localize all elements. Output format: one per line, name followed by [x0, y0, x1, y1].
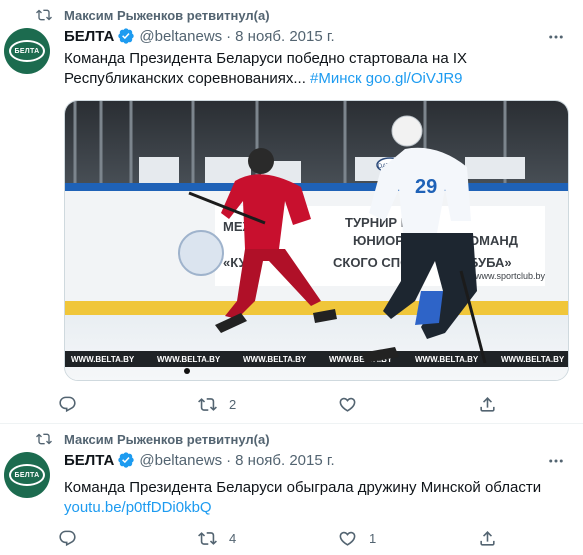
svg-text:WWW.BELTA.BY: WWW.BELTA.BY — [243, 355, 307, 364]
reply-button[interactable] — [58, 395, 198, 414]
tweet-header: БЕЛТА @beltanews · 8 нояб. 2015 г. — [64, 26, 335, 46]
retweet-count: 4 — [229, 530, 237, 546]
hockey-photo: DATSUN МЕЖ ТУРНИР ПО Х ЮНИОРСК ОМАНД «КУ… — [65, 101, 568, 380]
separator-dot: · — [226, 27, 232, 45]
more-icon — [549, 459, 563, 463]
tweet-date[interactable]: 8 нояб. 2015 г. — [235, 28, 335, 45]
tweet-date[interactable]: 8 нояб. 2015 г. — [235, 452, 335, 469]
url-link[interactable]: youtu.be/p0tfDDi0kbQ — [64, 499, 212, 516]
svg-text:WWW.BELTA.BY: WWW.BELTA.BY — [157, 355, 221, 364]
heart-icon — [339, 397, 356, 412]
share-button[interactable] — [478, 395, 497, 414]
avatar[interactable]: БЕЛТА — [4, 28, 50, 74]
retweet-icon — [198, 531, 217, 545]
heart-icon — [339, 531, 356, 546]
retweet-icon — [36, 9, 52, 21]
svg-text:WWW.BELTA.BY: WWW.BELTA.BY — [501, 355, 565, 364]
retweet-label[interactable]: Максим Рыженков ретвитнул(а) — [64, 432, 270, 447]
svg-text:www.sportclub.by: www.sportclub.by — [474, 271, 546, 281]
share-icon — [480, 396, 495, 412]
tweet-photo[interactable]: DATSUN МЕЖ ТУРНИР ПО Х ЮНИОРСК ОМАНД «КУ… — [64, 100, 569, 381]
author-name[interactable]: БЕЛТА — [64, 452, 114, 469]
more-options-button[interactable] — [545, 450, 567, 472]
url-link[interactable]: goo.gl/OiVJR9 — [366, 70, 463, 87]
reply-button[interactable] — [58, 529, 198, 548]
reply-icon — [59, 530, 76, 546]
like-button[interactable]: 1 — [338, 529, 478, 548]
retweet-context: Максим Рыженков ретвитнул(а) — [36, 6, 270, 24]
more-options-button[interactable] — [545, 26, 567, 48]
svg-text:WWW.BELTA.BY: WWW.BELTA.BY — [415, 355, 479, 364]
retweet-count: 2 — [229, 396, 237, 412]
svg-text:WWW.BELTA.BY: WWW.BELTA.BY — [71, 355, 135, 364]
tweet[interactable]: Максим Рыженков ретвитнул(а) БЕЛТА БЕЛТА… — [0, 424, 583, 555]
retweet-icon — [36, 433, 52, 445]
tweet-header: БЕЛТА @beltanews · 8 нояб. 2015 г. — [64, 450, 335, 470]
separator-dot: · — [226, 451, 232, 469]
tweet-body: Команда Президента Беларуси обыграла дру… — [64, 479, 542, 496]
avatar[interactable]: БЕЛТА — [4, 452, 50, 498]
retweet-label[interactable]: Максим Рыженков ретвитнул(а) — [64, 8, 270, 23]
retweet-button[interactable]: 2 — [198, 395, 338, 414]
tweet-text: Команда Президента Беларуси победно стар… — [64, 49, 569, 89]
tweet[interactable]: Максим Рыженков ретвитнул(а) БЕЛТА БЕЛТА… — [0, 0, 583, 424]
author-handle[interactable]: @beltanews — [139, 28, 222, 45]
svg-text:29: 29 — [415, 176, 437, 198]
avatar-logo-text: БЕЛТА — [14, 47, 40, 55]
svg-text:ОМАНД: ОМАНД — [469, 233, 519, 248]
svg-text:СКОГО СПО: СКОГО СПО — [333, 255, 410, 270]
tweet-actions: 4 1 — [58, 528, 498, 548]
retweet-button[interactable]: 4 — [198, 529, 338, 548]
reply-icon — [59, 396, 76, 412]
like-count: 1 — [369, 530, 377, 546]
retweet-icon — [198, 397, 217, 411]
more-icon — [549, 35, 563, 39]
author-name[interactable]: БЕЛТА — [64, 28, 114, 45]
tweet-actions: 2 — [58, 394, 498, 414]
hashtag-link[interactable]: #Минск — [310, 70, 362, 87]
tweet-text: Команда Президента Беларуси обыграла дру… — [64, 478, 569, 518]
share-button[interactable] — [478, 529, 497, 548]
verified-badge-icon — [118, 452, 135, 468]
author-handle[interactable]: @beltanews — [139, 452, 222, 469]
like-button[interactable] — [338, 395, 478, 414]
verified-badge-icon — [118, 28, 135, 44]
avatar-logo-text: БЕЛТА — [14, 471, 40, 479]
retweet-context: Максим Рыженков ретвитнул(а) — [36, 430, 270, 448]
share-icon — [480, 530, 495, 546]
